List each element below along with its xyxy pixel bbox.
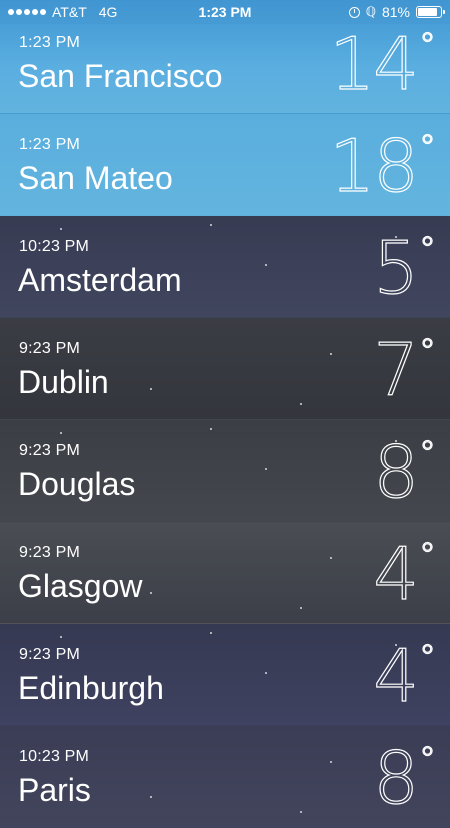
city-row-content: 1:23 PM San Francisco 14° [0, 12, 450, 113]
city-row-glasgow[interactable]: 9:23 PM Glasgow 4° [0, 522, 450, 624]
city-row-content: 1:23 PM San Mateo 18° [0, 114, 450, 215]
city-row-content: 9:23 PM Douglas 8° [0, 420, 450, 521]
degree-symbol: ° [418, 433, 436, 474]
city-local-time: 1:23 PM [19, 136, 80, 153]
status-bar: AT&T 4G 1:23 PM ℚ 81% [0, 0, 450, 24]
temperature-value: 8 [373, 735, 420, 820]
temperature-value: 5 [373, 225, 420, 310]
city-name: Edinburgh [18, 670, 164, 706]
city-local-time: 9:23 PM [19, 544, 80, 561]
city-temperature: 14° [329, 21, 437, 106]
battery-fill [418, 8, 438, 16]
battery-cap [443, 10, 445, 14]
degree-symbol: ° [418, 637, 436, 678]
degree-symbol: ° [418, 127, 436, 168]
city-name: San Mateo [18, 160, 173, 196]
city-name: Dublin [18, 364, 109, 400]
battery-percent: 81% [381, 4, 410, 20]
city-temperature: 5° [373, 225, 437, 310]
city-local-time: 9:23 PM [19, 646, 80, 663]
city-temperature: 4° [373, 633, 437, 718]
city-name: San Francisco [18, 58, 223, 94]
city-local-time: 9:23 PM [19, 442, 80, 459]
temperature-value: 14 [329, 21, 420, 106]
city-row-content: 9:23 PM Glasgow 4° [0, 522, 450, 623]
city-row-douglas[interactable]: 9:23 PM Douglas 8° [0, 420, 450, 522]
city-local-time: 1:23 PM [19, 34, 80, 51]
temperature-value: 18 [329, 123, 420, 208]
battery-icon [416, 6, 445, 18]
city-name: Douglas [18, 466, 136, 502]
city-name: Glasgow [18, 568, 143, 604]
city-temperature: 7° [373, 327, 437, 412]
city-row-amsterdam[interactable]: 10:23 PM Amsterdam 5° [0, 216, 450, 318]
temperature-value: 7 [373, 327, 420, 412]
city-list: 1:23 PM San Francisco 14° 1:23 PM San Mateo 1… [0, 0, 450, 828]
city-temperature: 18° [329, 123, 437, 208]
status-bar-right: ℚ 81% [348, 0, 445, 24]
city-row-paris[interactable]: 10:23 PM Paris 8° [0, 726, 450, 828]
bluetooth-icon: ℚ [365, 4, 376, 19]
temperature-value: 8 [373, 429, 420, 514]
city-row-content: 10:23 PM Paris 8° [0, 726, 450, 827]
city-local-time: 9:23 PM [19, 340, 80, 357]
city-row-dublin[interactable]: 9:23 PM Dublin 7° [0, 318, 450, 420]
city-name: Paris [18, 772, 91, 808]
temperature-value: 4 [373, 633, 420, 718]
city-temperature: 8° [373, 735, 437, 820]
temperature-value: 4 [373, 531, 420, 616]
city-local-time: 10:23 PM [19, 748, 90, 765]
degree-symbol: ° [418, 739, 436, 780]
degree-symbol: ° [418, 25, 436, 66]
city-temperature: 4° [373, 531, 437, 616]
city-row-content: 10:23 PM Amsterdam 5° [0, 216, 450, 317]
city-row-edinburgh[interactable]: 9:23 PM Edinburgh 4° [0, 624, 450, 726]
alarm-icon [348, 6, 360, 18]
city-name: Amsterdam [18, 262, 182, 298]
degree-symbol: ° [418, 535, 436, 576]
city-temperature: 8° [373, 429, 437, 514]
city-row-content: 9:23 PM Edinburgh 4° [0, 624, 450, 725]
city-row-content: 9:23 PM Dublin 7° [0, 318, 450, 419]
city-row-san-mateo[interactable]: 1:23 PM San Mateo 18° [0, 114, 450, 216]
city-local-time: 10:23 PM [19, 238, 90, 255]
degree-symbol: ° [418, 229, 436, 270]
degree-symbol: ° [418, 331, 436, 372]
